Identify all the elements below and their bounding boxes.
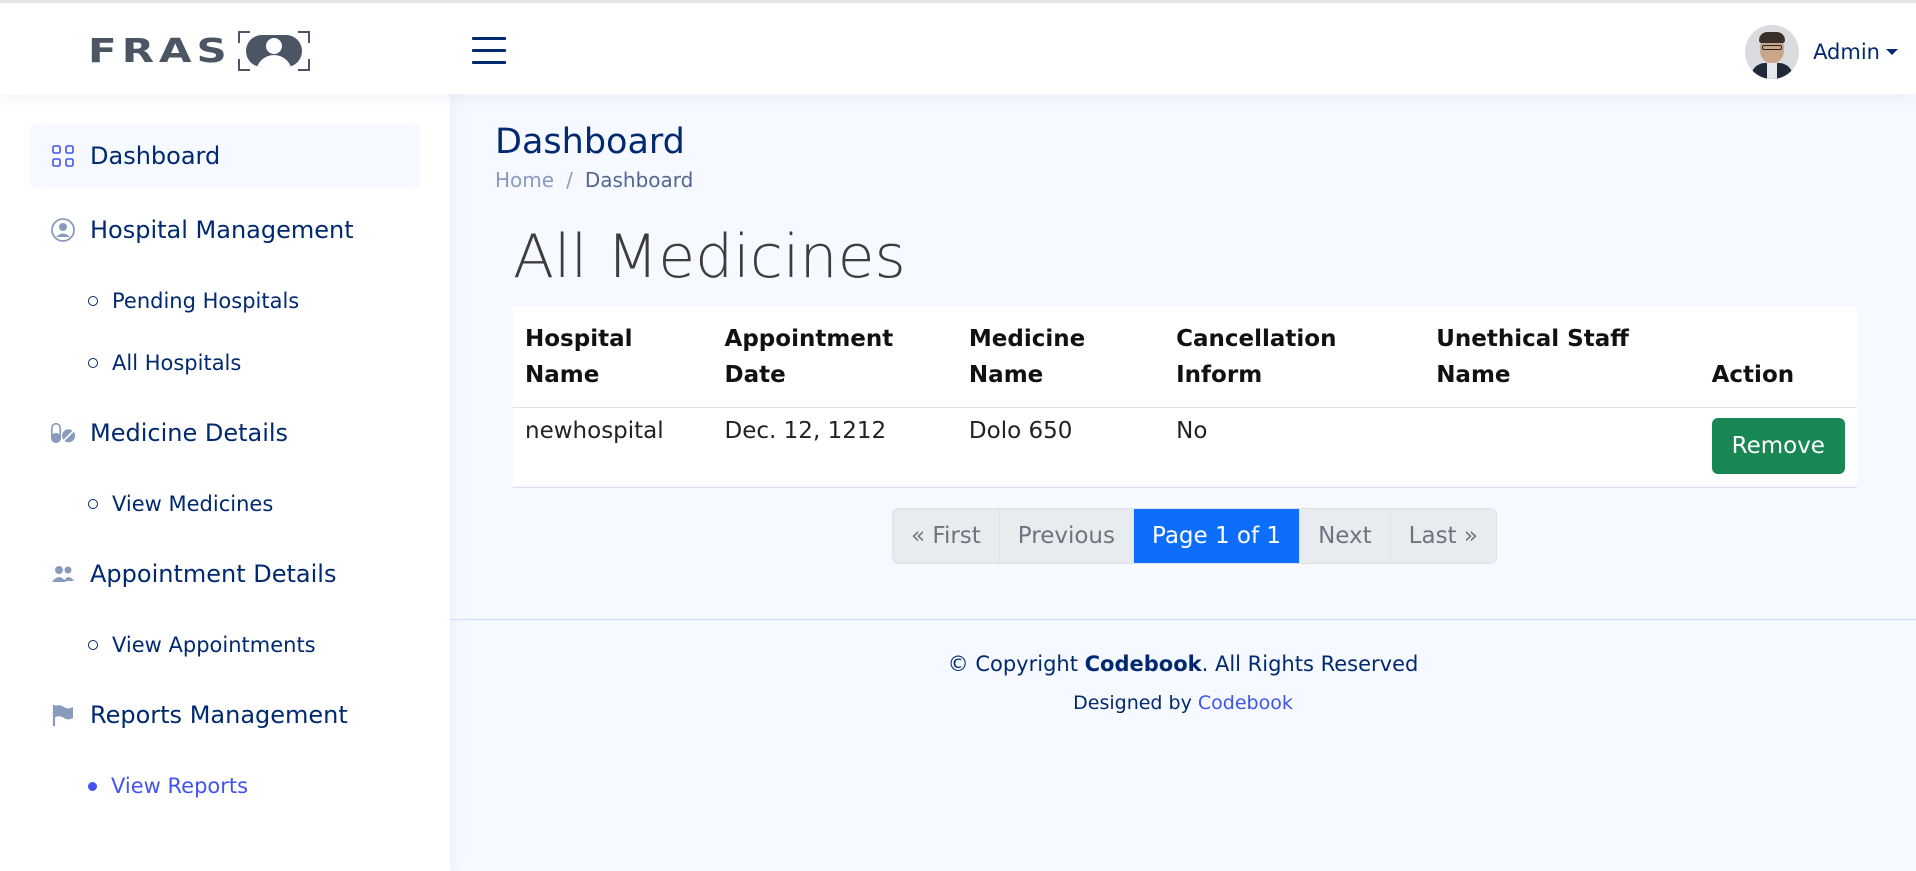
circle-icon (88, 640, 98, 650)
logo-text: FRAS (88, 31, 232, 70)
logo[interactable]: FRAS (88, 29, 310, 73)
sidebar-item-reports-management[interactable]: Reports Management (30, 682, 420, 748)
pagination-last[interactable]: Last » (1390, 509, 1496, 563)
cell-medicine-name: Dolo 650 (956, 407, 1165, 488)
cell-hospital-name: newhospital (513, 407, 713, 488)
sidebar-item-view-appointments[interactable]: View Appointments (88, 628, 316, 662)
caret-down-icon (1886, 49, 1898, 55)
breadcrumb-current: Dashboard (584, 168, 694, 192)
sidebar-item-all-hospitals[interactable]: All Hospitals (88, 346, 241, 380)
remove-button[interactable]: Remove (1711, 418, 1845, 474)
cell-cancellation-inform: No (1164, 407, 1425, 488)
table-header-row: Hospital Name Appointment Date Medicine Nam… (513, 307, 1857, 408)
header: FRAS Admin (0, 0, 1916, 94)
cell-appointment-date: Dec. 12, 1212 (712, 407, 957, 488)
breadcrumb-separator: / (566, 168, 573, 192)
pagination-first[interactable]: « First (893, 509, 1000, 563)
sidebar-item-pending-hospitals[interactable]: Pending Hospitals (88, 284, 299, 318)
pagination: « First Previous Page 1 of 1 Next Last » (892, 508, 1497, 564)
sidebar-item-hospital-management[interactable]: Hospital Management (30, 197, 420, 263)
pagination-next[interactable]: Next (1300, 509, 1391, 563)
hamburger-icon (472, 37, 506, 40)
sidebar-subitem-label: View Appointments (112, 633, 316, 657)
sidebar-item-view-medicines[interactable]: View Medicines (88, 487, 273, 521)
sidebar: Dashboard Hospital Management Pending Ho… (0, 94, 450, 871)
circle-icon (88, 499, 98, 509)
column-header-unethical-staff-name: Unethical Staff Name (1424, 307, 1700, 408)
copyright: © Copyright Codebook. All Rights Reserve… (947, 652, 1419, 676)
flag-icon (52, 705, 73, 726)
profile-name: Admin (1813, 40, 1880, 64)
sidebar-item-label: Appointment Details (90, 560, 337, 588)
people-icon (52, 566, 74, 582)
sidebar-toggle-button[interactable] (472, 37, 506, 65)
breadcrumb: Home / Dashboard (495, 168, 693, 192)
designer-link[interactable]: Codebook (1198, 692, 1293, 714)
face-scan-icon (237, 31, 310, 71)
circle-icon (88, 781, 97, 791)
sidebar-subitem-label: View Medicines (112, 492, 274, 516)
medicines-table-card: Hospital Name Appointment Date Medicine Nam… (513, 307, 1857, 488)
sidebar-subitem-label: All Hospitals (112, 351, 242, 375)
capsule-icon (51, 422, 76, 444)
sidebar-item-appointment-details[interactable]: Appointment Details (30, 541, 420, 607)
avatar (1745, 25, 1800, 79)
person-circle-icon (51, 218, 75, 242)
sidebar-subitem-label: View Reports (111, 774, 249, 798)
column-header-medicine-name: Medicine Name (956, 307, 1165, 408)
profile-dropdown[interactable]: Admin (1745, 25, 1898, 79)
column-header-cancellation-inform: Cancellation Inform (1164, 307, 1425, 408)
section-title: All Medicines (513, 222, 906, 292)
pagination-previous[interactable]: Previous (999, 509, 1134, 563)
footer-divider (450, 619, 1916, 620)
medicines-table: Hospital Name Appointment Date Medicine Nam… (513, 307, 1857, 488)
sidebar-item-view-reports[interactable]: View Reports (88, 769, 248, 803)
copyright-brand: Codebook (1084, 652, 1202, 676)
sidebar-item-medicine-details[interactable]: Medicine Details (30, 400, 420, 466)
column-header-hospital-name: Hospital Name (513, 307, 713, 408)
cell-action: Remove (1699, 407, 1857, 488)
breadcrumb-home-link[interactable]: Home (495, 168, 554, 192)
sidebar-item-label: Reports Management (90, 701, 348, 729)
column-header-appointment-date: Appointment Date (712, 307, 957, 408)
circle-icon (88, 296, 98, 306)
page-title: Dashboard (495, 122, 685, 162)
circle-icon (88, 358, 98, 368)
pagination-current: Page 1 of 1 (1134, 509, 1301, 563)
sidebar-item-dashboard[interactable]: Dashboard (30, 123, 420, 189)
grid-icon (52, 145, 74, 167)
designed-by: Designed by Codebook (1073, 692, 1293, 714)
table-row: newhospital Dec. 12, 1212 Dolo 650 No Re… (513, 407, 1857, 488)
column-header-action: Action (1699, 307, 1857, 408)
sidebar-item-label: Dashboard (90, 142, 221, 170)
sidebar-item-label: Medicine Details (90, 419, 289, 447)
sidebar-subitem-label: Pending Hospitals (112, 289, 300, 313)
cell-unethical-staff-name (1424, 407, 1700, 488)
sidebar-item-label: Hospital Management (90, 216, 354, 244)
